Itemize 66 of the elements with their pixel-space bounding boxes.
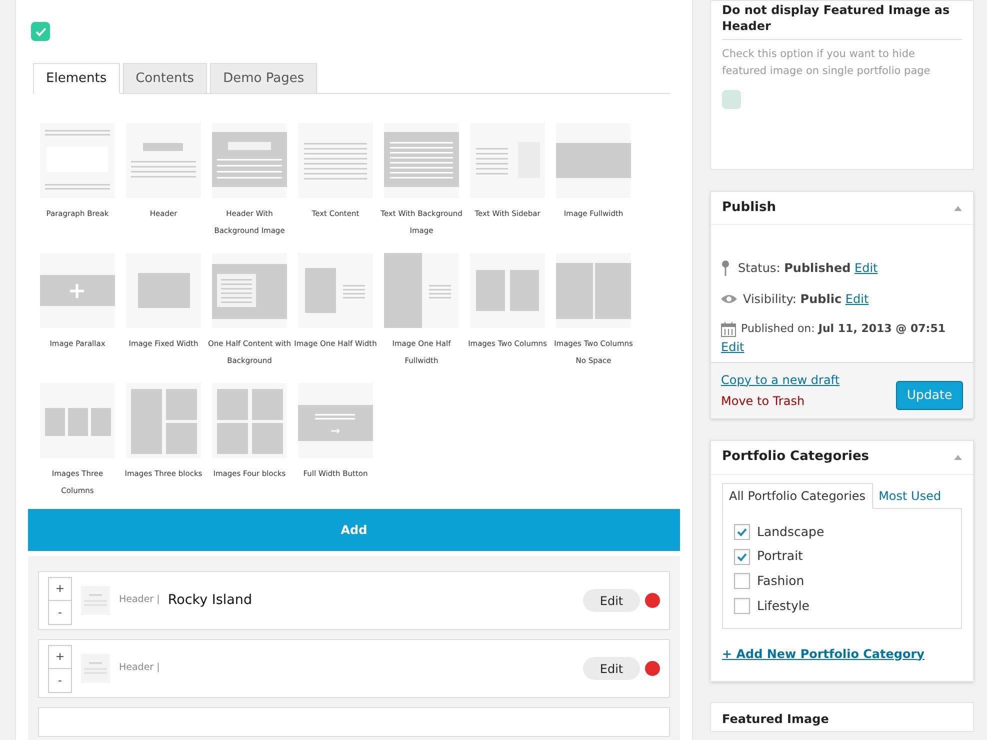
collapse-button[interactable]: - <box>48 600 72 624</box>
edit-link[interactable]: Edit <box>854 261 878 275</box>
category-tab[interactable]: All Portfolio Categories <box>722 482 873 508</box>
checkbox[interactable] <box>734 524 750 540</box>
enable-checkbox[interactable] <box>31 22 50 41</box>
option-description: Check this option if you want to hide featured image on single portfolio page <box>722 47 932 79</box>
category-label: Lifestyle <box>757 596 810 615</box>
layout-thumbnail-icon[interactable] <box>470 123 545 198</box>
layout-thumbnail-icon[interactable] <box>126 253 201 328</box>
box-title: Featured Image <box>722 712 829 726</box>
tab[interactable]: Elements <box>33 63 120 94</box>
layout-thumbnail-icon[interactable] <box>40 123 115 198</box>
row-type-label: Header | <box>119 661 160 676</box>
edit-button[interactable]: Edit <box>583 657 640 680</box>
collapse-button[interactable]: - <box>48 668 72 692</box>
layout-thumbnail-icon[interactable] <box>40 253 115 328</box>
category-label: Landscape <box>757 522 824 541</box>
layout-thumbnail-icon[interactable] <box>126 123 201 198</box>
layout-thumbnail-icon[interactable] <box>298 383 373 458</box>
expand-button[interactable]: + <box>48 644 72 668</box>
collapse-arrow-icon <box>954 206 962 210</box>
edit-link[interactable]: Edit <box>721 338 744 356</box>
trash-link[interactable]: Move to Trash <box>721 392 840 410</box>
box-title: Portfolio Categories <box>722 448 870 466</box>
layout-thumbnail-icon[interactable] <box>212 383 287 458</box>
layout-thumbnail-icon[interactable] <box>212 253 287 328</box>
collapse-arrow-icon <box>954 454 962 460</box>
copy-draft-link[interactable]: Copy to a new draft <box>721 370 840 388</box>
status-text: Status: Published Edit <box>738 260 878 277</box>
header-layout-icon <box>81 586 110 615</box>
layout-thumbnail-icon[interactable] <box>384 123 459 198</box>
checkbox[interactable] <box>734 573 750 590</box>
option-title: Do not display Featured Image as Header <box>722 2 962 40</box>
checkbox[interactable] <box>734 548 750 565</box>
layout-thumbnail-icon[interactable] <box>556 253 631 328</box>
box-title: Publish <box>722 199 776 218</box>
layout-thumbnail-icon[interactable] <box>470 253 545 328</box>
layout-thumbnail-icon[interactable] <box>556 123 631 198</box>
hide-featured-checkbox[interactable] <box>722 90 741 109</box>
row-title: Rocky Island <box>168 591 252 610</box>
layout-thumbnail-icon[interactable] <box>40 383 115 458</box>
layout-thumbnail-icon[interactable] <box>298 253 373 328</box>
visibility-text: Visibility: Public Edit <box>743 291 869 308</box>
edit-link[interactable]: Edit <box>845 292 869 306</box>
layout-thumbnail-icon[interactable] <box>384 253 459 328</box>
checkmark-icon <box>34 26 46 36</box>
pin-icon <box>721 260 730 276</box>
checkmark-icon <box>736 550 748 563</box>
layout-thumbnail-icon[interactable] <box>126 383 201 458</box>
category-label: Portrait <box>757 547 803 566</box>
header-layout-icon <box>81 654 110 683</box>
tab[interactable]: Contents <box>122 63 208 94</box>
layout-thumbnail-icon[interactable] <box>212 123 287 198</box>
checkbox[interactable] <box>734 598 750 614</box>
expand-button[interactable]: + <box>48 576 72 600</box>
published-date-text: Published on: Jul 11, 2013 @ 07:51 <box>741 321 946 337</box>
tab[interactable]: Demo Pages <box>210 63 318 94</box>
category-label: Fashion <box>757 572 804 590</box>
calendar-icon <box>721 322 736 337</box>
checkmark-icon <box>736 526 748 538</box>
row-type-label: Header | <box>119 593 160 608</box>
eye-icon <box>721 294 737 304</box>
layout-thumbnail-icon[interactable] <box>298 123 373 198</box>
category-tab[interactable]: Most Used <box>872 482 948 508</box>
edit-button[interactable]: Edit <box>583 589 640 612</box>
add-category-link[interactable]: + Add New Portfolio Category <box>722 644 962 662</box>
